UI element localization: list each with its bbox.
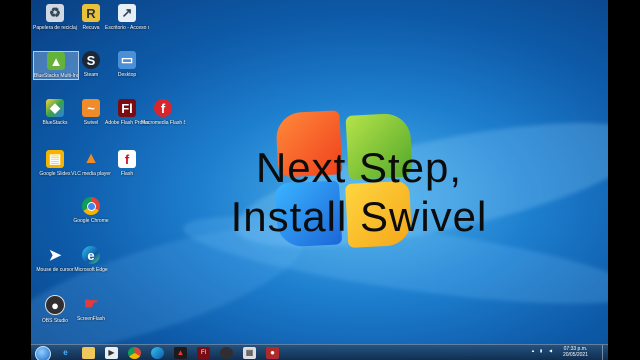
overlay-caption: Next Step, Install Swivel	[199, 143, 519, 241]
desktop-icon-microsoft-edge[interactable]: e Microsoft Edge	[69, 246, 113, 273]
google-slides-icon: ▤	[46, 150, 64, 168]
taskbar: e ▶ ▲ Fl ▦ ● ▲ ▮ ◀ 07:33 p.m. 20/05/2021	[31, 344, 608, 360]
desktop-icon-flash[interactable]: f Flash	[105, 150, 149, 177]
desktop: Next Step, Install Swivel ♻ Papelera de …	[31, 0, 608, 360]
recorder-taskbar-icon[interactable]: ●	[266, 347, 279, 359]
edge-taskbar-icon[interactable]	[151, 347, 164, 359]
bluestacks-icon: ▲	[47, 52, 65, 70]
explorer-taskbar-icon[interactable]	[82, 347, 95, 359]
desktop-icon-screenflash[interactable]: ☛ ScreenFlash	[69, 295, 113, 322]
desktop-folder-icon: ▭	[118, 51, 136, 69]
window-taskbar-icon[interactable]: ▦	[243, 347, 256, 359]
desktop-icon-desktop[interactable]: ▭ Desktop	[105, 51, 149, 78]
bluestacks-icon: ◆	[46, 99, 64, 117]
adobe-flash-icon: Fl	[118, 99, 136, 117]
clock-date: 20/05/2021	[562, 352, 588, 358]
show-desktop-button[interactable]	[602, 345, 608, 360]
system-clock[interactable]: 07:33 p.m. 20/05/2021	[563, 346, 588, 358]
chrome-taskbar-icon[interactable]	[128, 347, 141, 359]
start-button[interactable]	[35, 346, 51, 360]
ie-taskbar-icon[interactable]: e	[59, 347, 72, 359]
adobe-flash-taskbar-icon[interactable]: Fl	[197, 347, 210, 359]
macromedia-flash-icon: f	[154, 99, 172, 117]
media-player-taskbar-icon[interactable]: ▶	[105, 347, 118, 359]
vlc-cone-icon: ▲	[83, 150, 99, 167]
chrome-icon	[82, 197, 100, 215]
swivel-icon: ~	[82, 99, 100, 117]
shortcut-icon: ↗	[118, 4, 136, 22]
desktop-icon-shortcut[interactable]: ↗ Escritorio - Acceso directo	[105, 4, 149, 31]
obs-icon: ●	[45, 295, 65, 315]
pointing-hand-icon: ☛	[83, 296, 99, 313]
cursor-icon: ➤	[48, 247, 62, 264]
tray-icon[interactable]: ▲	[531, 348, 535, 353]
desktop-icon-macromedia-flash[interactable]: f Macromedia Flash 8	[141, 99, 185, 126]
flash-file-icon: f	[118, 150, 136, 168]
recycle-bin-icon: ♻	[46, 4, 64, 22]
obs-taskbar-icon[interactable]	[220, 347, 233, 359]
recuva-icon: R	[82, 4, 100, 22]
steam-icon: S	[82, 51, 100, 69]
network-icon[interactable]: ▮	[540, 348, 542, 353]
app-taskbar-icon[interactable]: ▲	[174, 347, 187, 359]
desktop-icon-google-chrome[interactable]: Google Chrome	[69, 197, 113, 224]
edge-icon: e	[82, 246, 100, 264]
volume-icon[interactable]: ◀	[549, 348, 552, 353]
caption-line-1: Next Step,	[255, 144, 463, 191]
caption-line-2: Install Swivel	[230, 193, 488, 240]
